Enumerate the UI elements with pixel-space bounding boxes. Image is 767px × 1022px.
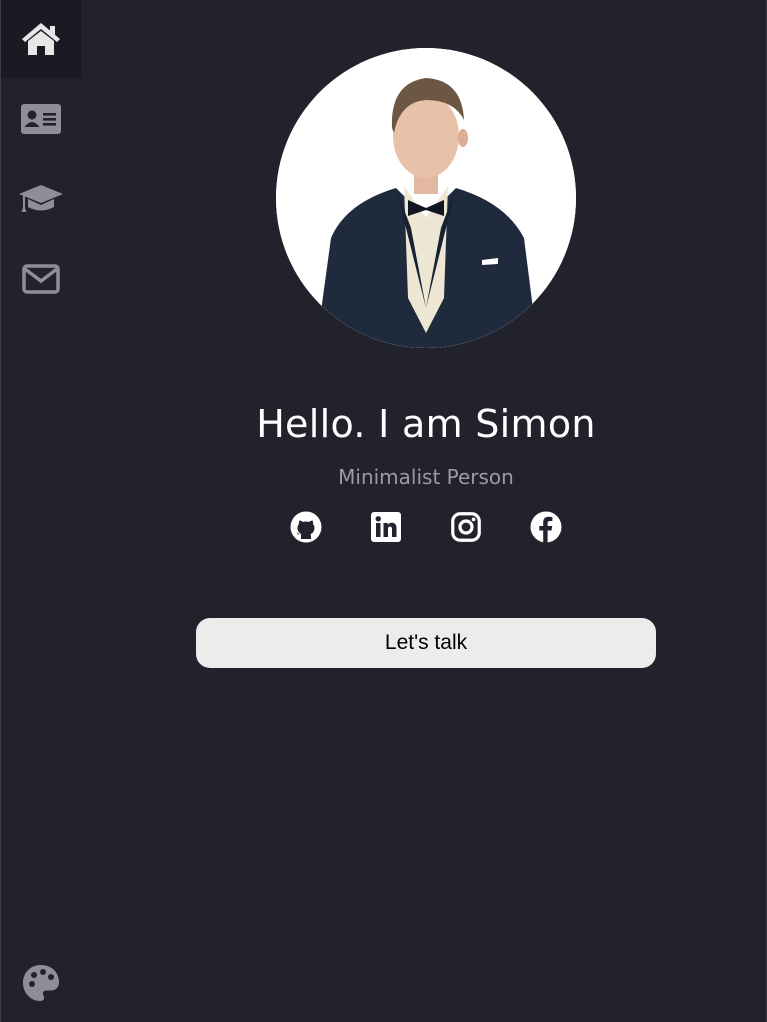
sidebar-item-contact[interactable] bbox=[1, 240, 81, 318]
palette-icon bbox=[23, 965, 59, 1001]
envelope-icon bbox=[22, 264, 60, 294]
github-link[interactable] bbox=[289, 510, 323, 544]
lets-talk-button[interactable]: Let's talk bbox=[196, 618, 656, 668]
linkedin-link[interactable] bbox=[369, 510, 403, 544]
sidebar bbox=[1, 0, 81, 1022]
sidebar-item-education[interactable] bbox=[1, 160, 81, 238]
page: Hello. I am Simon Minimalist Person Let'… bbox=[0, 0, 767, 1022]
tagline: Minimalist Person bbox=[338, 465, 514, 489]
instagram-icon bbox=[451, 512, 481, 542]
github-icon bbox=[290, 511, 322, 543]
facebook-link[interactable] bbox=[529, 510, 563, 544]
sidebar-item-about[interactable] bbox=[1, 80, 81, 158]
greeting-heading: Hello. I am Simon bbox=[256, 402, 596, 446]
home-icon bbox=[22, 23, 60, 55]
theme-toggle[interactable] bbox=[1, 944, 81, 1022]
instagram-link[interactable] bbox=[449, 510, 483, 544]
sidebar-item-home[interactable] bbox=[1, 0, 81, 78]
graduation-cap-icon bbox=[19, 185, 63, 212]
profile-photo bbox=[276, 48, 576, 348]
linkedin-icon bbox=[371, 512, 401, 542]
facebook-icon bbox=[530, 511, 562, 543]
id-card-icon bbox=[21, 104, 61, 134]
